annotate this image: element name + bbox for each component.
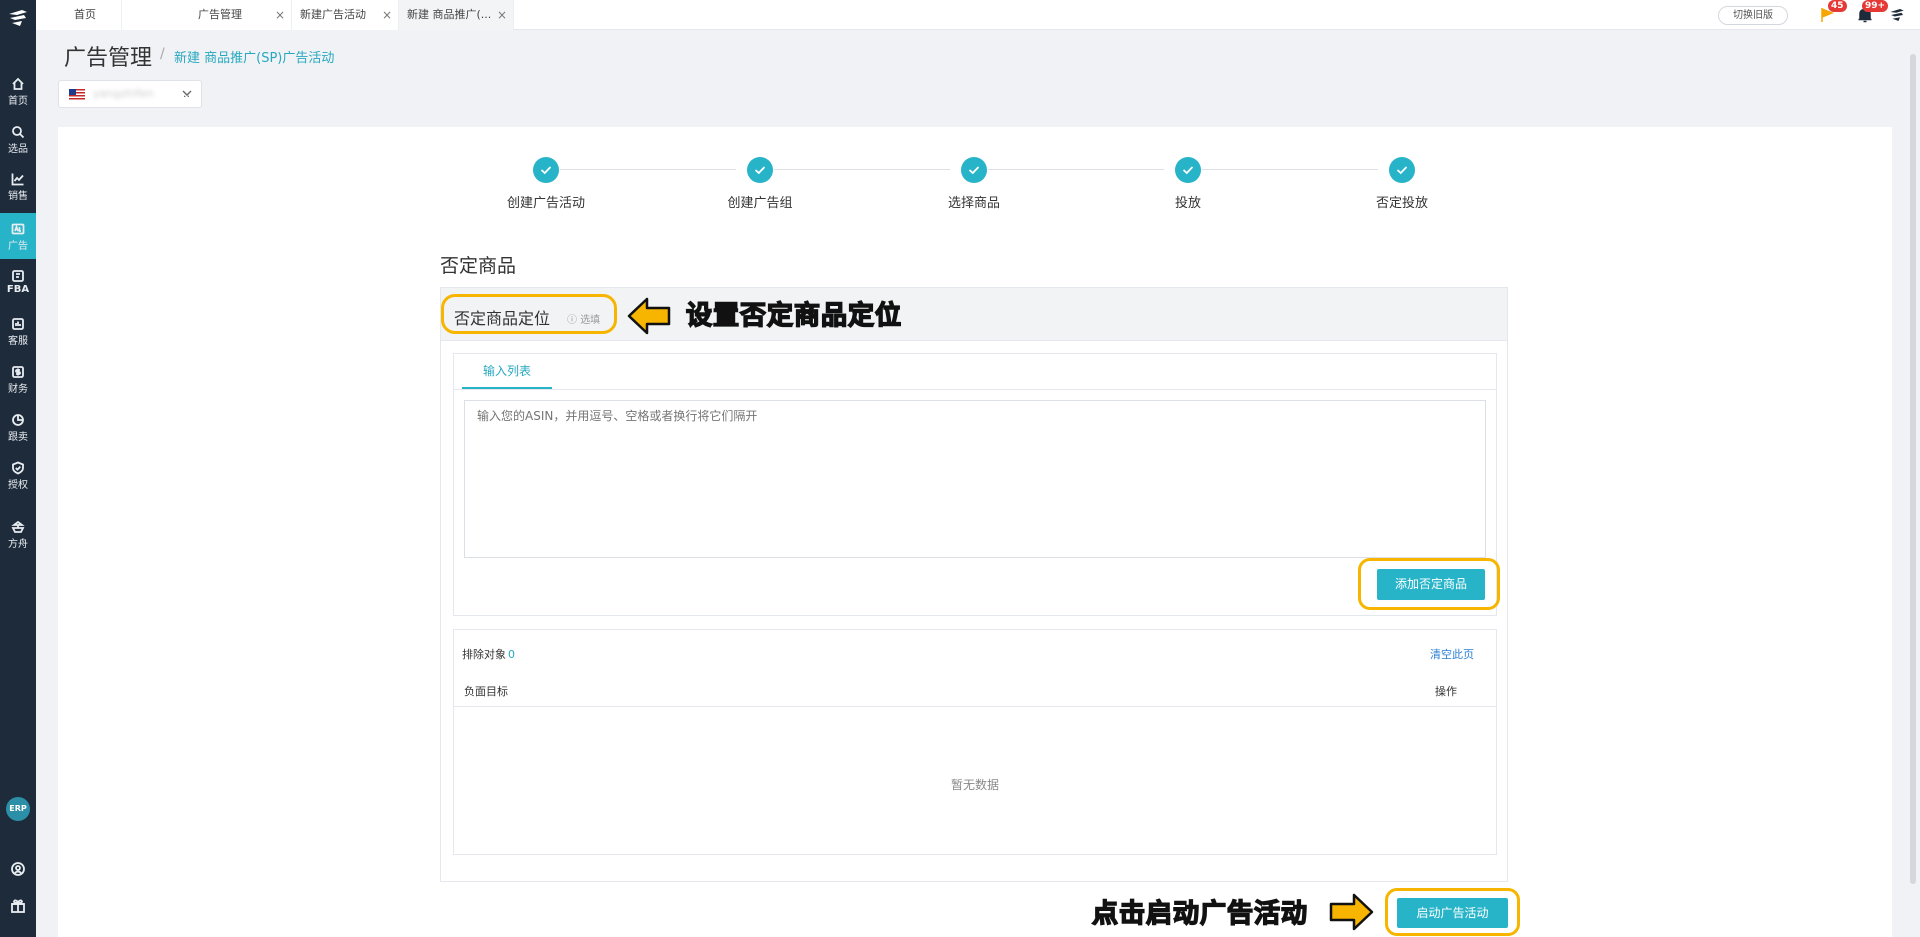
finance-icon	[11, 365, 25, 379]
sidebar-item-home[interactable]: 首页	[0, 71, 36, 111]
tab-bar: 首页 广告管理 × 新建广告活动 × 新建 商品推广(... × 切换旧版 45…	[36, 0, 1920, 30]
arrow-right-icon	[1329, 893, 1374, 931]
sidebar-item-sales[interactable]: 销售	[0, 166, 36, 206]
step-connector	[774, 169, 950, 170]
fba-icon	[11, 269, 25, 283]
clear-page-link[interactable]: 清空此页	[1430, 646, 1474, 662]
ark-icon	[11, 520, 25, 534]
empty-state: 暂无数据	[950, 778, 999, 792]
tab-underline	[454, 389, 1496, 390]
step-label-create-campaign: 创建广告活动	[506, 196, 585, 211]
sidebar-item-label: 广告	[8, 241, 28, 252]
breadcrumb[interactable]: 新建 商品推广(SP)广告活动	[174, 47, 334, 66]
sidebar-item-label: 选品	[8, 144, 28, 155]
sidebar-item-ark[interactable]: 方舟	[0, 514, 36, 554]
arrow-left-icon	[627, 297, 671, 335]
sidebar: 首页 选品 销售 广告 FBA 客服 财务 跟卖 授权 方舟 ERP	[0, 0, 36, 937]
pie-chart-icon	[11, 413, 25, 427]
sidebar-item-label: 跟卖	[8, 432, 28, 443]
breadcrumb-separator: /	[160, 46, 165, 62]
excluded-label-text: 排除对象	[462, 648, 506, 661]
sidebar-item-label: 财务	[8, 384, 28, 395]
switch-old-version-button[interactable]: 切换旧版	[1718, 6, 1788, 25]
sidebar-item-fba[interactable]: FBA	[0, 263, 36, 303]
negative-product-box: 否定商品定位 ⓘ 选填 输入列表 添加否定商品 排除对象0 清空此页 负面目标 …	[440, 287, 1508, 882]
app-logo[interactable]	[6, 6, 30, 30]
user-service-icon[interactable]	[10, 861, 26, 877]
asin-input[interactable]	[464, 400, 1486, 558]
erp-badge[interactable]: ERP	[6, 797, 30, 821]
tab-label: 新建 商品推广(...	[407, 8, 492, 21]
home-icon	[11, 77, 25, 91]
service-icon	[11, 317, 25, 331]
tab-label: 首页	[74, 8, 96, 21]
table-divider	[454, 706, 1496, 707]
sidebar-item-label: 销售	[8, 191, 28, 202]
sidebar-item-label: 授权	[8, 480, 28, 491]
tab-home[interactable]: 首页	[36, 0, 122, 30]
step-check-icon	[1175, 157, 1201, 183]
tab-new-campaign[interactable]: 新建广告活动 ×	[292, 0, 399, 30]
tab-new-sp-campaign[interactable]: 新建 商品推广(... ×	[399, 0, 514, 30]
shop-name: yangzhifen	[93, 87, 154, 100]
section-title: 否定商品	[440, 255, 517, 277]
step-check-icon	[533, 157, 559, 183]
column-header-action: 操作	[1435, 685, 1457, 698]
notification-flag[interactable]: 45	[1818, 0, 1847, 24]
sidebar-item-product-select[interactable]: 选品	[0, 119, 36, 159]
step-label-negative-targeting: 否定投放	[1375, 196, 1428, 211]
excluded-list-panel: 排除对象 0 清空此页 负面目标 操作 暂无数据	[453, 629, 1497, 855]
excluded-objects-label: 排除对象 0	[462, 646, 515, 662]
bell-badge: 99+	[1862, 0, 1889, 12]
step-label-targeting: 投放	[1174, 196, 1201, 211]
step-label-select-products: 选择商品	[947, 196, 1000, 211]
input-panel: 输入列表 添加否定商品	[453, 353, 1497, 616]
tab-input-list[interactable]: 输入列表	[462, 354, 552, 389]
close-icon[interactable]: ×	[382, 0, 392, 30]
avatar-logo-icon	[1890, 9, 1904, 21]
sidebar-item-label: 客服	[8, 336, 28, 347]
search-icon	[11, 125, 25, 139]
step-connector	[988, 169, 1164, 170]
flag-badge: 45	[1828, 0, 1847, 12]
sidebar-item-ads[interactable]: 广告	[0, 213, 36, 259]
chevron-down-icon	[182, 90, 192, 96]
step-connector	[560, 169, 736, 170]
ad-icon	[11, 222, 25, 236]
highlight-ring-title	[441, 294, 617, 334]
excluded-count: 0	[508, 648, 515, 661]
step-connector	[1202, 169, 1378, 170]
sidebar-item-finance[interactable]: 财务	[0, 359, 36, 399]
close-icon[interactable]: ×	[275, 0, 285, 30]
tab-label: 新建广告活动	[300, 8, 366, 21]
page-title: 广告管理	[64, 46, 153, 71]
annotation-set-negative: 设置否定商品定位	[685, 300, 903, 332]
step-check-icon	[747, 157, 773, 183]
shield-icon	[11, 461, 25, 475]
page-scrollbar[interactable]	[1910, 54, 1916, 884]
step-label-create-ad-group: 创建广告组	[727, 196, 793, 211]
sidebar-item-label: 方舟	[8, 539, 28, 550]
sidebar-item-label: 首页	[8, 96, 28, 107]
step-check-icon	[1389, 157, 1415, 183]
close-icon[interactable]: ×	[497, 0, 507, 30]
launch-campaign-button[interactable]: 启动广告活动	[1397, 898, 1508, 928]
gift-icon[interactable]	[10, 898, 26, 914]
notification-bell[interactable]: 99+	[1856, 0, 1889, 24]
column-header-target: 负面目标	[464, 685, 508, 698]
sidebar-item-follow-sell[interactable]: 跟卖	[0, 407, 36, 447]
us-flag-icon	[69, 89, 85, 100]
tab-label: 广告管理	[198, 8, 242, 21]
sidebar-item-label: FBA	[6, 284, 30, 295]
sidebar-item-customer-service[interactable]: 客服	[0, 311, 36, 351]
tab-ad-management[interactable]: 广告管理 ×	[122, 0, 292, 30]
chart-line-icon	[11, 172, 25, 186]
sidebar-item-authorization[interactable]: 授权	[0, 455, 36, 495]
step-check-icon	[961, 157, 987, 183]
annotation-launch: 点击启动广告活动	[1091, 898, 1309, 930]
highlight-ring-add-button	[1358, 558, 1500, 610]
shop-select[interactable]: yangzhifen ..	[58, 80, 202, 108]
user-avatar[interactable]	[1888, 6, 1906, 24]
